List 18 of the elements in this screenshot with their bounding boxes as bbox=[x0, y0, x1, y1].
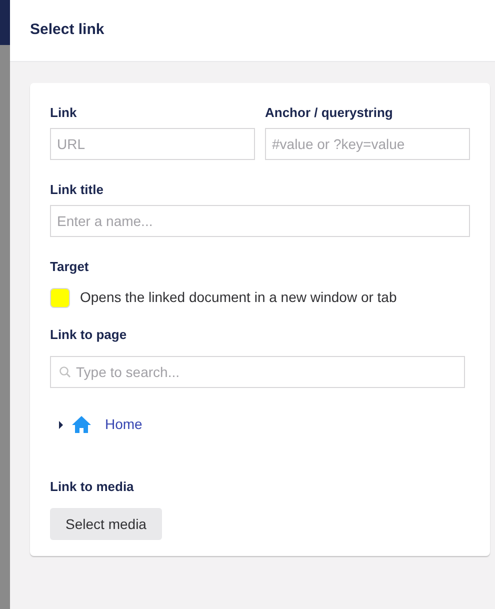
search-field[interactable]: Type to search... bbox=[50, 356, 465, 388]
toggle-description: Opens the linked document in a new window or tab bbox=[80, 288, 397, 307]
input-field[interactable]: #value or ?key=value bbox=[265, 128, 470, 160]
field-label: Link to media bbox=[50, 479, 134, 495]
field-label: Anchor / querystring bbox=[265, 105, 393, 121]
search-icon bbox=[59, 366, 71, 378]
input-field[interactable]: URL bbox=[50, 128, 255, 160]
house-icon bbox=[72, 416, 91, 433]
field-label: Link title bbox=[50, 182, 104, 198]
tree-item[interactable]: Home bbox=[105, 414, 142, 435]
dialog-title: Select link bbox=[30, 20, 104, 40]
field-label: Link to page bbox=[50, 327, 127, 343]
field-label: Target bbox=[50, 259, 89, 275]
field-label: Link bbox=[50, 105, 77, 121]
caret-icon[interactable] bbox=[58, 420, 64, 428]
input-field[interactable]: Enter a name... bbox=[50, 205, 470, 237]
toggle-switch[interactable] bbox=[50, 288, 70, 308]
select-media-button[interactable]: Select media bbox=[50, 508, 162, 540]
